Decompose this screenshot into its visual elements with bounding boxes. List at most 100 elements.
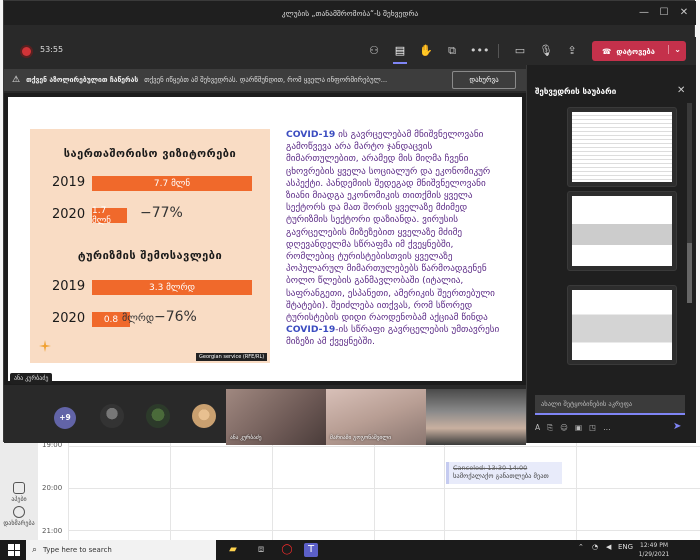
sticker-icon[interactable]: ◳ (589, 423, 596, 435)
calendar-event[interactable]: Canceled: 13:30-14:00 სამოქალაქო განათლე… (446, 462, 562, 484)
compose-toolbar: A ⎘ ☺ ▣ ◳ … (535, 423, 695, 435)
year-label: 2019 (52, 175, 86, 190)
logo-icon (39, 340, 51, 352)
emoji-icon[interactable]: ☺ (560, 423, 568, 435)
microphone-icon[interactable]: 🎙 (538, 43, 554, 59)
participant-video[interactable] (426, 389, 526, 445)
recording-banner: ⚠ თქვენ აზოლირებულით ჩაწერას თქვენ იწყებ… (4, 69, 526, 91)
hour-line (68, 488, 700, 489)
title-bar: კლუბის „თანამშრომობა“-ს შეხვედრა — ☐ ✕ (4, 1, 696, 25)
minimize-icon[interactable]: — (636, 5, 652, 21)
year-label: 2020 (52, 311, 86, 326)
volume-icon[interactable]: ◀ (606, 543, 611, 551)
chat-icon[interactable]: ▤ (392, 43, 408, 64)
revenue-2019-bar: 3.3 მლრდ (92, 280, 252, 295)
leave-button[interactable]: ☎ დატოვება ⌄ (592, 41, 686, 61)
chat-image-message[interactable] (567, 191, 677, 271)
search-icon: ⌕ (32, 545, 38, 555)
meeting-toolbar: 53:55 ⚇ ▤ ✋ ⧉ ••• ▭ 🎙 ⇪ ☎ დატოვება ⌄ (4, 37, 696, 65)
participant-name: მარიამი გოგონაშვილი (330, 435, 392, 441)
window-title: კლუბის „თანამშრომობა“-ს შეხვედრა (281, 8, 419, 18)
infographic: საერთაშორისო ვიზიტორები 2019 7.7 მლნ 202… (30, 129, 270, 363)
visitors-2020-bar: 1.7 მლნ (92, 206, 127, 226)
format-icon[interactable]: A (535, 423, 540, 435)
shared-content: საერთაშორისო ვიზიტორები 2019 7.7 მლნ 202… (4, 93, 526, 385)
revenue-unit: მლრდ (122, 313, 155, 324)
calendar-grid (38, 440, 700, 540)
clock-time: 12:49 PM (640, 542, 668, 549)
clock[interactable]: 12:49 PM 1/29/2021 (632, 541, 676, 559)
participant-name: ანა კურბაძე (230, 435, 262, 441)
taskbar: ⌕ Type here to search ▰ ⧈ ◯ T ⌃ ◔ ◀ ENG … (0, 540, 700, 560)
maximize-icon[interactable]: ☐ (656, 5, 672, 21)
avatar[interactable] (146, 404, 170, 428)
presenter-name: ანა კურბაძე (10, 373, 53, 384)
network-icon[interactable]: ⌃ (578, 543, 584, 551)
text-body: ის გავრცელებამ მნიშვნელოვანი გამოწვევა ა… (286, 129, 495, 324)
close-chat-icon[interactable]: ✕ (677, 85, 685, 96)
avatar[interactable] (192, 404, 216, 428)
text-highlight: COVID-19 (286, 129, 336, 140)
help-icon (13, 506, 25, 518)
taskbar-search[interactable]: ⌕ Type here to search (26, 540, 216, 560)
chat-scrollbar[interactable] (687, 103, 692, 303)
banner-text: თქვენ იწყებთ ამ შეხვედრას. დარწმუნდით, რ… (144, 76, 388, 84)
hour-line (68, 530, 700, 531)
teams-icon[interactable]: T (304, 543, 318, 557)
language-indicator[interactable]: ENG (618, 543, 633, 551)
more-actions-icon[interactable]: ••• (470, 43, 489, 59)
camera-icon[interactable]: ▭ (512, 43, 528, 59)
message-input[interactable]: ახალი შეტყობინების აკრეფა (535, 395, 685, 415)
raise-hand-icon[interactable]: ✋ (418, 43, 434, 59)
wifi-icon[interactable]: ◔ (592, 543, 598, 551)
year-label: 2020 (52, 207, 86, 222)
banner-title: თქვენ აზოლირებულით ჩაწერას (26, 76, 139, 84)
meeting-timer: 53:55 (40, 45, 64, 54)
share-screen-icon[interactable]: ⇪ (564, 43, 580, 59)
slide-thumbnail (572, 290, 672, 360)
slide-thumbnail (572, 112, 672, 182)
more-participants-button[interactable]: +9 (54, 407, 76, 429)
app-rail: აპები დახმარება (0, 440, 38, 540)
phone-icon: ☎ (602, 46, 612, 56)
recording-icon (22, 47, 31, 56)
visitors-title: საერთაშორისო ვიზიტორები (63, 147, 237, 160)
chat-title: შეხვედრის საუბარი (535, 87, 617, 96)
rail-help[interactable]: დახმარება (3, 506, 35, 527)
event-title: Canceled: 13:30-14:00 (453, 464, 528, 472)
participants-icon[interactable]: ⚇ (366, 43, 382, 59)
more-options-icon[interactable]: … (603, 423, 611, 435)
rail-apps[interactable]: აპები (3, 482, 35, 503)
day-divider (272, 440, 273, 540)
clock-date: 1/29/2021 (638, 551, 670, 558)
revenue-change: −76% (154, 309, 197, 325)
gif-icon[interactable]: ▣ (575, 423, 582, 435)
task-view-icon[interactable]: ⧈ (254, 543, 268, 557)
day-divider (444, 440, 445, 540)
chevron-down-icon[interactable]: ⌄ (668, 45, 681, 54)
dismiss-button[interactable]: დახურვა (452, 71, 516, 89)
attach-icon[interactable]: ⎘ (547, 423, 553, 435)
opera-icon[interactable]: ◯ (280, 543, 294, 557)
desktop: აპები დახმარება 19:00 20:00 21:00 Cancel… (0, 0, 700, 560)
toolbar-divider (498, 44, 499, 58)
day-divider (68, 440, 69, 540)
participant-video[interactable]: ანა კურბაძე (226, 389, 326, 445)
participant-video[interactable]: მარიამი გოგონაშვილი (326, 389, 426, 445)
breakout-rooms-icon[interactable]: ⧉ (444, 43, 460, 59)
chat-image-message[interactable] (567, 107, 677, 187)
windows-start-icon[interactable] (8, 544, 20, 556)
file-explorer-icon[interactable]: ▰ (226, 543, 240, 557)
slide-thumbnail (572, 196, 672, 266)
meeting-window: კლუბის „თანამშრომობა“-ს შეხვედრა — ☐ ✕ 5… (3, 0, 696, 445)
warning-icon: ⚠ (12, 75, 21, 85)
visitors-change: −77% (140, 205, 183, 221)
chat-image-message[interactable] (567, 285, 677, 365)
avatar[interactable] (100, 404, 124, 428)
visitors-2019-bar: 7.7 მლნ (92, 176, 252, 191)
send-icon[interactable]: ➤ (673, 421, 681, 432)
year-label: 2019 (52, 279, 86, 294)
close-icon[interactable]: ✕ (676, 5, 692, 21)
time-label: 20:00 (42, 484, 63, 492)
hour-line (68, 446, 700, 447)
